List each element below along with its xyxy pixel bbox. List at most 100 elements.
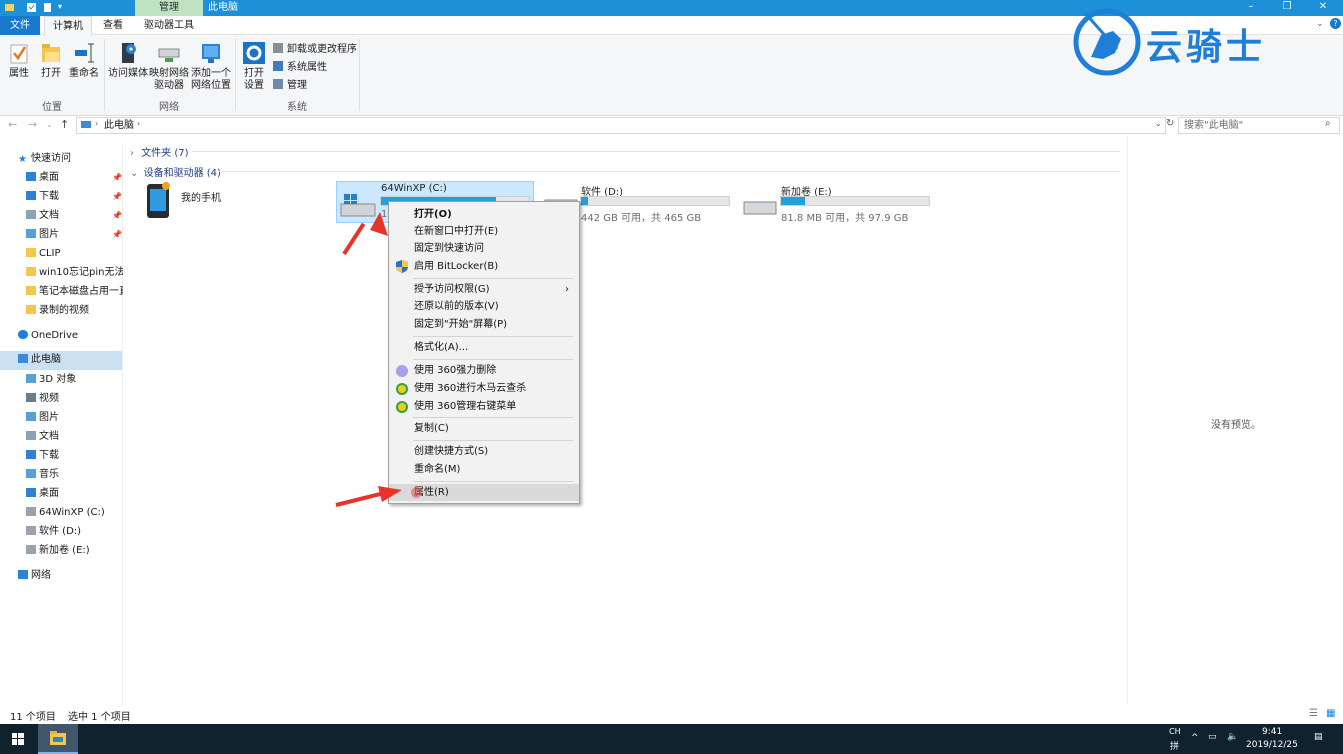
pin-icon[interactable]: 📌 [112,211,122,220]
ime-indicator-bottom[interactable]: 拼 [1170,739,1179,752]
nav-item[interactable]: 文档 [26,428,148,446]
menu-restore-versions[interactable]: 还原以前的版本(V) [389,298,579,315]
nav-quick-access[interactable]: ★ 快速访问 [18,150,140,168]
desktop-icon [26,488,36,497]
menu-rename[interactable]: 重命名(M) [389,461,579,478]
clock-date[interactable]: 2019/12/25 [1246,740,1298,750]
nav-item[interactable]: 桌面 [26,485,148,503]
back-arrow-icon[interactable]: ← [8,118,17,131]
drive-e-usage-fill [781,197,805,205]
pin-icon[interactable]: 📌 [112,192,122,201]
menu-open-new-window[interactable]: 在新窗口中打开(E) [389,223,579,240]
nav-item[interactable]: CLIP [26,245,148,263]
tab-file[interactable]: 文件 [0,16,40,35]
nav-item[interactable]: 64WinXP (C:) [26,504,148,522]
nav-network[interactable]: 网络 [18,567,140,585]
refresh-icon[interactable]: ↻ [1166,118,1174,129]
address-dropdown-icon[interactable]: ⌄ [1155,119,1162,128]
nav-onedrive[interactable]: OneDrive [18,327,140,345]
search-icon[interactable]: ⌕ [1325,118,1331,129]
nav-item[interactable]: 图片 [26,409,148,427]
nav-item[interactable]: 下载 [26,447,148,465]
properties-quick-icon[interactable] [26,2,37,13]
open-button[interactable]: 打开 [38,41,64,80]
nav-label: 此电脑 [31,354,61,365]
manage-button[interactable]: 管理 [273,79,307,92]
customize-quick-access-icon[interactable]: ▾ [58,2,69,13]
maximize-button[interactable]: ❐ [1269,0,1305,16]
nav-this-pc[interactable]: 此电脑 [18,351,140,369]
tab-computer[interactable]: 计算机 [44,16,92,35]
collapse-ribbon-icon[interactable]: ⌄ [1316,19,1324,29]
uninstall-program-button[interactable]: 卸载或更改程序 [273,43,357,56]
minimize-button[interactable]: – [1233,0,1269,16]
open-settings-button[interactable]: 打开 设置 [240,41,268,92]
menu-open[interactable]: 打开(O) [389,206,579,223]
nav-item[interactable]: 录制的视频 [26,302,148,320]
properties-button[interactable]: 属性 [6,41,32,80]
pin-icon[interactable]: 📌 [112,230,122,239]
menu-format[interactable]: 格式化(A)... [389,339,579,356]
ime-indicator-top[interactable]: CH [1169,727,1181,736]
nav-item[interactable]: 新加卷 (E:) [26,542,148,560]
map-drive-button[interactable]: 映射网络 驱动器 [148,41,190,92]
nav-item[interactable]: 音乐 [26,466,148,484]
nav-item[interactable]: 下载 [26,188,148,206]
search-input[interactable]: 搜索"此电脑" [1178,117,1340,134]
phone-icon [147,182,170,218]
show-hidden-icons-icon[interactable]: ^ [1191,733,1199,743]
address-field[interactable]: › 此电脑 › ⌄ [76,117,1166,134]
nav-item[interactable]: 图片 [26,226,148,244]
access-media-button[interactable]: 访问媒体 [108,41,148,80]
pin-icon[interactable]: 📌 [112,173,122,182]
rename-button[interactable]: 重命名 [68,41,100,80]
large-icons-view-icon[interactable]: ▦ [1326,708,1335,719]
forward-arrow-icon[interactable]: → [28,118,37,131]
tab-view[interactable]: 查看 [96,16,130,35]
pictures-icon [26,412,36,421]
menu-360-scan[interactable]: 使用 360进行木马云查杀 [389,380,579,397]
new-folder-quick-icon[interactable] [42,2,53,13]
app-icon [4,2,15,13]
start-windows-icon[interactable] [12,733,24,745]
taskbar-file-explorer[interactable] [38,724,78,754]
breadcrumb[interactable]: 此电脑 [104,119,134,133]
add-network-location-button[interactable]: 添加一个 网络位置 [190,41,232,92]
recent-locations-icon[interactable]: ⌄ [46,120,53,129]
nav-item[interactable]: 软件 (D:) [26,523,148,541]
details-view-icon[interactable]: ☰ [1309,708,1318,719]
ribbon-separator [235,39,236,111]
nav-label: 视频 [39,393,59,404]
nav-item[interactable]: 3D 对象 [26,371,148,389]
360-delete-icon [396,365,408,377]
phone-label[interactable]: 我的手机 [181,189,221,204]
menu-bitlocker[interactable]: 启用 BitLocker(B) [389,258,579,275]
clock-time[interactable]: 9:41 [1262,727,1282,737]
notification-icon[interactable]: ▤ [1314,732,1323,742]
menu-360-delete[interactable]: 使用 360强力删除 [389,362,579,379]
help-icon[interactable]: ? [1330,18,1341,29]
manage-context-tab[interactable]: 管理 [135,0,203,16]
section-folders[interactable]: › 文件夹 (7) [130,144,189,159]
section-devices[interactable]: ⌄ 设备和驱动器 (4) [130,164,221,179]
menu-360-manage[interactable]: 使用 360管理右键菜单 [389,398,579,415]
tab-drive-tools[interactable]: 驱动器工具 [136,16,202,35]
nav-label: 快速访问 [31,153,71,164]
menu-create-shortcut[interactable]: 创建快捷方式(S) [389,443,579,460]
nav-item[interactable]: 视频 [26,390,148,408]
nav-item[interactable]: 笔记本磁盘占用一直 [26,283,123,301]
network-tray-icon[interactable]: ▭ [1208,732,1217,742]
menu-pin-start[interactable]: 固定到"开始"屏幕(P) [389,316,579,333]
volume-icon[interactable]: 🔈 [1227,732,1238,742]
nav-item[interactable]: win10忘记pin无法开 [26,264,123,282]
close-button[interactable]: ✕ [1305,0,1341,16]
nav-item[interactable]: 文档 [26,207,148,225]
network-location-icon [202,44,220,63]
nav-label: 桌面 [39,172,59,183]
menu-grant-access[interactable]: 授予访问权限(G) › [389,281,579,298]
menu-pin-quick-access[interactable]: 固定到快速访问 [389,240,579,257]
menu-copy[interactable]: 复制(C) [389,420,579,437]
system-properties-button[interactable]: 系统属性 [273,61,327,74]
up-arrow-icon[interactable]: ↑ [60,118,69,131]
phone-item[interactable] [145,182,171,223]
